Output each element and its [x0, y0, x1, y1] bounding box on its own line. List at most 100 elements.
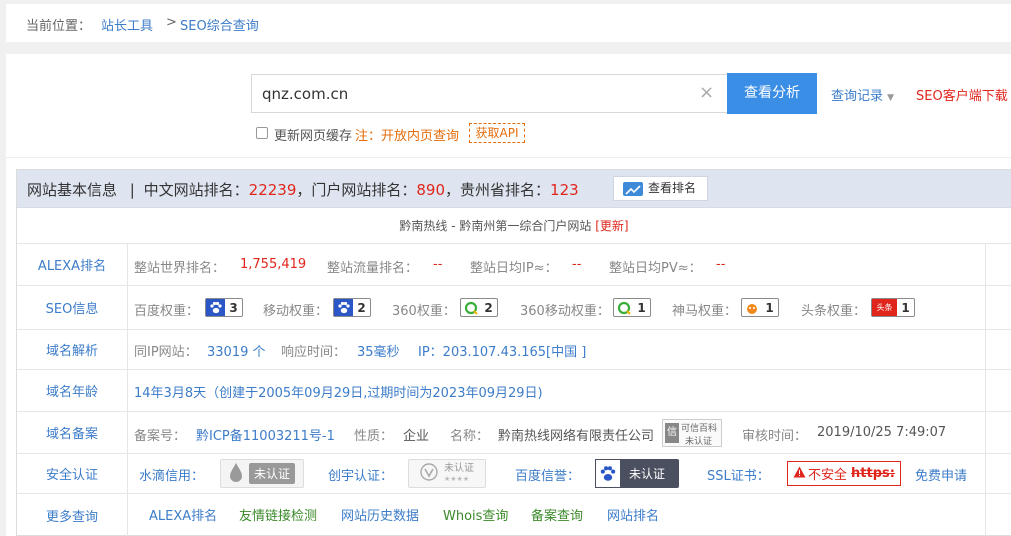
- kexin-icon: 信: [665, 423, 679, 443]
- row-alexa: ALEXA排名 整站世界排名： 1,755,419 整站流量排名： -- 整站日…: [17, 244, 1011, 286]
- shenma-weight-badge[interactable]: 1: [741, 298, 779, 317]
- s360-weight-label: 360权重：: [392, 304, 456, 319]
- icp-nature-label: 性质：: [354, 429, 394, 444]
- analyze-button[interactable]: 查看分析: [727, 73, 817, 114]
- row-label-alexa[interactable]: ALEXA排名: [17, 244, 128, 285]
- alexa-ip-label: 整站日均IP≈：: [470, 261, 558, 276]
- s360m-weight-badge[interactable]: 1: [613, 298, 651, 317]
- baidu-credit-label: 百度信誉：: [515, 469, 581, 484]
- more-link-whois[interactable]: Whois查询: [443, 505, 508, 524]
- trend-chart-icon: [623, 182, 643, 196]
- s360-weight-badge[interactable]: 2: [460, 298, 498, 317]
- ip-address[interactable]: IP：203.107.43.165[中国 ]: [418, 341, 586, 360]
- alexa-flow-value: --: [433, 257, 443, 272]
- row-label-age[interactable]: 域名年龄: [17, 370, 128, 411]
- more-link-friend-links[interactable]: 友情链接检测: [239, 505, 317, 524]
- search-input[interactable]: [262, 83, 682, 105]
- inner-page-note: 注：开放内页查询: [355, 129, 460, 144]
- row-divider: [985, 330, 986, 369]
- alexa-pv-value: --: [716, 257, 726, 272]
- baidu-weight-label: 百度权重：: [134, 304, 200, 319]
- site-info-title: 网站基本信息: [27, 181, 118, 199]
- kexin-badge[interactable]: 信 可信百科 未认证: [662, 419, 722, 447]
- toutiao-icon: 头条: [872, 299, 897, 316]
- site-title-row: 黔南热线 - 黔南州第一综合门户网站 [更新]: [17, 208, 1011, 244]
- alexa-pv-label: 整站日均PV≈：: [609, 261, 702, 276]
- refresh-cache-label[interactable]: 更新网页缓存: [274, 125, 352, 144]
- site-info-header: 网站基本信息 | 中文网站排名：22239，门户网站排名：890，贵州省排名：1…: [17, 170, 1011, 208]
- caret-down-icon: ▼: [887, 93, 895, 103]
- baidu-paw-icon: [334, 299, 353, 316]
- query-history-link[interactable]: 查询记录 ▼: [831, 85, 894, 104]
- row-seo: SEO信息 百度权重： 3 移动权重： 2 360权重： 2 360移动权重： …: [17, 286, 1011, 330]
- chuangyu-stars: ★★★★: [444, 474, 470, 483]
- search-box[interactable]: [251, 74, 727, 113]
- province-rank-label: ，贵州省排名：: [445, 181, 551, 199]
- ssl-free-apply-link[interactable]: 免费申请: [915, 465, 967, 484]
- audit-time-label: 审核时间：: [742, 429, 808, 444]
- water-drop-icon: [229, 462, 243, 485]
- row-divider: [985, 286, 986, 329]
- breadcrumb-separator: >: [166, 15, 177, 30]
- same-ip-label: 同IP网站：: [134, 345, 198, 360]
- row-label-more[interactable]: 更多查询: [17, 494, 128, 536]
- query-history-label: 查询记录: [831, 89, 884, 104]
- row-divider: [985, 494, 986, 536]
- icp-nature-value: 企业: [403, 429, 430, 444]
- icp-number-value[interactable]: 黔ICP备11003211号-1: [196, 425, 335, 444]
- row-security: 安全认证 水滴信用： 未认证 创宇认证： 未认证 ★★★★ 百度信誉： 未认证 …: [17, 454, 1011, 494]
- chuangyu-cert-label: 创宇认证：: [328, 469, 394, 484]
- more-link-icp[interactable]: 备案查询: [531, 505, 583, 524]
- same-ip-value[interactable]: 33019 个: [207, 341, 266, 360]
- s360m-weight-label: 360移动权重：: [520, 304, 610, 319]
- audit-time-value: 2019/10/25 7:49:07: [817, 425, 947, 440]
- mobile-weight-label: 移动权重：: [263, 304, 329, 319]
- breadcrumb-link-tools[interactable]: 站长工具: [101, 15, 153, 34]
- shuidi-cert-badge[interactable]: 未认证: [220, 459, 304, 488]
- ssl-insecure-text: 不安全: [808, 468, 848, 483]
- row-label-security[interactable]: 安全认证: [17, 454, 128, 493]
- row-dns: 域名解析 同IP网站： 33019 个 响应时间： 35毫秒 IP：203.10…: [17, 330, 1011, 370]
- refresh-cache-checkbox[interactable]: [256, 127, 268, 139]
- shuidi-credit-label: 水滴信用：: [139, 469, 205, 484]
- shenma-icon: [742, 299, 761, 316]
- baidu-credit-badge[interactable]: 未认证: [595, 459, 679, 488]
- breadcrumb-link-seo[interactable]: SEO综合查询: [180, 15, 259, 34]
- title-pipe: |: [129, 181, 135, 199]
- clear-icon[interactable]: ×: [699, 82, 714, 103]
- row-label-seo[interactable]: SEO信息: [17, 286, 128, 329]
- portal-rank-value: 890: [416, 181, 446, 199]
- row-divider: [985, 412, 986, 453]
- site-info-title-line: 网站基本信息 | 中文网站排名：22239，门户网站排名：890，贵州省排名：1…: [27, 179, 579, 200]
- toutiao-weight-value: 1: [901, 300, 910, 315]
- alexa-flow-label: 整站流量排名：: [327, 261, 419, 276]
- s360-weight-value: 2: [484, 300, 493, 315]
- get-api-button[interactable]: 获取API: [469, 123, 525, 143]
- baidu-paw-icon: [595, 459, 621, 488]
- domain-age-value: 14年3月8天（创建于2005年09月29日,过期时间为2023年09月29日): [134, 386, 543, 401]
- update-link[interactable]: [更新]: [595, 219, 628, 233]
- more-link-site-rank[interactable]: 网站排名: [607, 505, 659, 524]
- toutiao-weight-badge[interactable]: 头条 1: [871, 298, 915, 317]
- mobile-weight-badge[interactable]: 2: [333, 298, 371, 317]
- chuangyu-cert-badge[interactable]: 未认证 ★★★★: [408, 459, 486, 488]
- alexa-world-value[interactable]: 1,755,419: [240, 257, 306, 272]
- row-divider: [985, 244, 986, 285]
- v-shield-icon: [420, 463, 438, 484]
- baidu-weight-badge[interactable]: 3: [205, 298, 243, 317]
- more-link-alexa[interactable]: ALEXA排名: [149, 505, 217, 524]
- kexin-title: 可信百科: [681, 424, 718, 434]
- row-label-dns[interactable]: 域名解析: [17, 330, 128, 369]
- alexa-world-label: 整站世界排名：: [134, 261, 226, 276]
- shenma-weight-value: 1: [765, 300, 774, 315]
- row-divider: [985, 454, 986, 493]
- more-link-history[interactable]: 网站历史数据: [341, 505, 419, 524]
- row-divider: [985, 370, 986, 411]
- ssl-insecure-badge[interactable]: 不安全 https:: [787, 461, 901, 486]
- icp-number-label: 备案号：: [134, 429, 187, 444]
- response-time-label: 响应时间：: [281, 345, 347, 360]
- view-rank-button[interactable]: 查看排名: [613, 176, 708, 201]
- row-label-icp[interactable]: 域名备案: [17, 412, 128, 453]
- site-title: 黔南热线 - 黔南州第一综合门户网站: [399, 219, 592, 233]
- seo-client-download-link[interactable]: SEO客户端下载: [916, 85, 1008, 104]
